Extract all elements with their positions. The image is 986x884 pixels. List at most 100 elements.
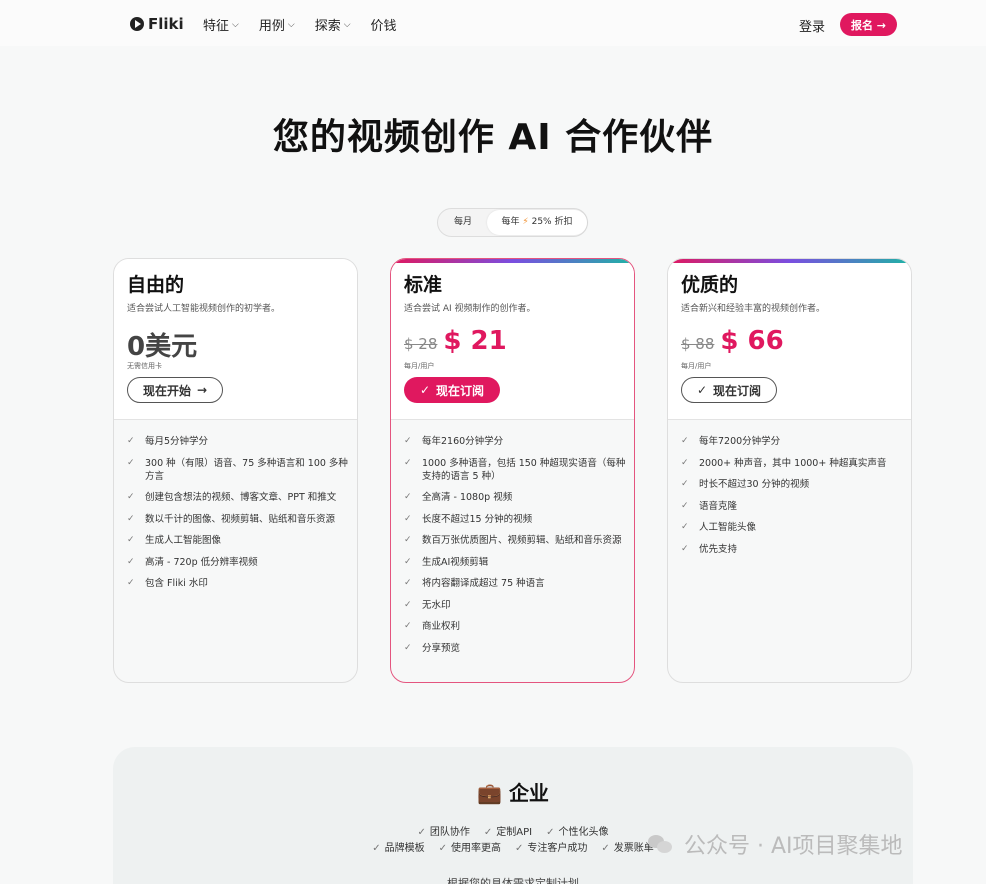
check-icon: ✓ (404, 436, 412, 446)
check-icon: ✓ (483, 827, 493, 838)
chevron-down-icon: ⌵ (232, 19, 239, 30)
subscribe-button[interactable]: ✓ 现在订阅 (681, 377, 777, 403)
list-item: ✓ 品牌模板 (372, 843, 425, 854)
wechat-icon (648, 833, 674, 855)
check-icon: ✓ (127, 457, 135, 468)
plan-name: 自由的 (127, 274, 185, 296)
plan-description: 适合尝试人工智能视频创作的初学者。 (127, 304, 281, 314)
feature-list: ✓ 每月5分钟学分 ✓ 300 种（有限）语音、75 多种语言和 100 多种方言 … (127, 435, 349, 599)
check-icon: ✓ (438, 843, 447, 854)
logo-text: Fliki (148, 15, 184, 33)
check-icon: ✓ (127, 513, 135, 524)
check-icon: ✓ (127, 578, 135, 588)
list-item: ✓ 生成AI视频剪辑 (404, 556, 489, 568)
price-current: 0美元 (127, 332, 198, 362)
list-item: ✓ 使用率更高 (438, 843, 501, 854)
plan-card-premium: 优质的 适合新兴和经验丰富的视频创作者。 $ 88 $ 66 每月/用户 ✓ 现… (667, 258, 912, 683)
list-item: ✓ 2000+ 种声音，其中 1000+ 种超真实声音 (681, 457, 887, 469)
nav-item-use-cases[interactable]: 用例 ⌵ (259, 15, 295, 34)
check-icon: ✓ (404, 492, 412, 502)
login-link[interactable]: 登录 (799, 16, 825, 35)
plan-card-standard: 标准 适合尝试 AI 视频制作的创作者。 $ 28 $ 21 每月/用户 ✓ 现… (390, 258, 635, 683)
list-item: ✓ 数以千计的图像、视频剪辑、贴纸和音乐资源 (127, 513, 336, 525)
list-item: ✓ 包含 Fliki 水印 (127, 578, 208, 589)
check-icon: ✓ (417, 827, 426, 838)
plan-name: 标准 (404, 274, 443, 296)
check-icon: ✓ (127, 535, 135, 545)
list-item: ✓ 个性化头像 (546, 827, 609, 838)
plan-price: 0美元 (127, 326, 197, 363)
start-now-button[interactable]: 现在开始 → (127, 377, 223, 403)
list-item: ✓ 每月5分钟学分 (127, 436, 209, 447)
billing-toggle[interactable]: 每月 每年 ⚡ 25% 折扣 (437, 208, 588, 237)
check-icon: ✓ (127, 492, 135, 502)
feature-list: ✓ 每年7200分钟学分 ✓ 2000+ 种声音，其中 1000+ 种超真实声音 ✓… (681, 435, 903, 564)
enterprise-section: 💼 企业 ✓ 团队协作 ✓ 定制API ✓ 个性化头像 ✓ 品牌模板 ✓ 使用率更高 ✓ 专… (113, 747, 913, 884)
list-item: ✓ 每年7200分钟学分 (681, 436, 781, 447)
check-icon: ✓ (681, 522, 689, 532)
list-item: ✓ 创建包含想法的视频、博客文章、PPT 和推文 (127, 492, 337, 503)
check-icon: ✓ (515, 843, 524, 854)
list-item: ✓ 优先支持 (681, 543, 738, 555)
list-item: ✓ 商业权利 (404, 621, 461, 632)
subscribe-button[interactable]: ✓ 现在订阅 (404, 377, 500, 403)
price-current: $ 21 (443, 326, 507, 356)
arrow-right-icon: → (196, 383, 208, 397)
list-item: ✓ 时长不超过30 分钟的视频 (681, 479, 810, 490)
briefcase-icon: 💼 (477, 781, 502, 805)
check-icon: ✓ (601, 843, 610, 854)
nav-item-pricing[interactable]: 价钱 (371, 15, 397, 34)
list-item: ✓ 生成人工智能图像 (127, 535, 222, 546)
plan-card-free: 自由的 适合尝试人工智能视频创作的初学者。 0美元 无需信用卡 现在开始 → ✓… (113, 258, 358, 683)
enterprise-title: 💼 企业 (477, 781, 549, 805)
price-original: $ 28 (404, 335, 438, 353)
plan-header: 优质的 适合新兴和经验丰富的视频创作者。 $ 88 $ 66 每月/用户 ✓ 现… (668, 259, 911, 420)
check-icon: ✓ (404, 556, 412, 567)
list-item: ✓ 300 种（有限）语音、75 多种语言和 100 多种方言 (127, 457, 348, 482)
toggle-monthly[interactable]: 每月 (454, 209, 472, 236)
price-unit: 无需信用卡 (127, 362, 162, 370)
list-item: ✓ 将内容翻译成超过 75 种语言 (404, 578, 545, 589)
gradient-bar (668, 259, 911, 263)
list-item: ✓ 发票账单 (601, 843, 654, 854)
price-original: $ 88 (681, 335, 715, 353)
yearly-discount: 25% 折扣 (531, 217, 573, 227)
list-item: ✓ 全高清 - 1080p 视频 (404, 492, 513, 503)
list-item: ✓ 语音克隆 (681, 500, 738, 512)
plan-price: $ 28 $ 21 (404, 326, 507, 356)
check-icon: ✓ (404, 535, 412, 545)
check-icon: ✓ (404, 513, 412, 524)
play-logo-icon (130, 17, 144, 31)
plan-name: 优质的 (681, 274, 739, 296)
plan-header: 自由的 适合尝试人工智能视频创作的初学者。 0美元 无需信用卡 现在开始 → (114, 259, 357, 420)
chevron-down-icon: ⌵ (287, 19, 295, 30)
check-icon: ✓ (681, 457, 689, 468)
nav-menu: 特征 ⌵ 用例 ⌵ 探索 ⌵ 价钱 (203, 15, 397, 34)
plan-price: $ 88 $ 66 (681, 326, 784, 356)
nav-item-features[interactable]: 特征 ⌵ (203, 15, 239, 34)
chevron-down-icon: ⌵ (343, 19, 351, 30)
check-icon: ✓ (681, 479, 689, 489)
fliki-logo[interactable]: Fliki (130, 15, 184, 33)
list-item: ✓ 1000 多种语音，包括 150 种超现实语音（每种支持的语言 5 种） (404, 457, 626, 482)
list-item: ✓ 分享预览 (404, 642, 461, 654)
check-icon: ✓ (404, 578, 412, 588)
check-icon: ✓ (681, 500, 689, 511)
enterprise-subtitle: 根据您的具体需求定制计划 (447, 877, 579, 884)
gradient-bar (391, 259, 634, 263)
list-item: ✓ 定制API (483, 827, 533, 838)
list-item: ✓ 每年2160分钟学分 (404, 436, 504, 447)
check-icon: ✓ (419, 383, 431, 397)
nav-item-explore[interactable]: 探索 ⌵ (315, 15, 351, 34)
list-item: ✓ 团队协作 (417, 827, 470, 838)
plan-description: 适合新兴和经验丰富的视频创作者。 (681, 304, 826, 314)
feature-list: ✓ 每年2160分钟学分 ✓ 1000 多种语音，包括 150 种超现实语音（每种支… (404, 435, 626, 663)
check-icon: ✓ (681, 543, 689, 554)
check-icon: ✓ (546, 827, 555, 838)
check-icon: ✓ (404, 621, 412, 631)
signup-button[interactable]: 报名 → (840, 13, 897, 36)
check-icon: ✓ (404, 642, 412, 653)
toggle-yearly[interactable]: 每年 ⚡ 25% 折扣 (487, 210, 587, 235)
price-unit: 每月/用户 (404, 362, 435, 370)
top-navbar: Fliki 特征 ⌵ 用例 ⌵ 探索 ⌵ 价钱 登录 报名 → (0, 0, 986, 46)
